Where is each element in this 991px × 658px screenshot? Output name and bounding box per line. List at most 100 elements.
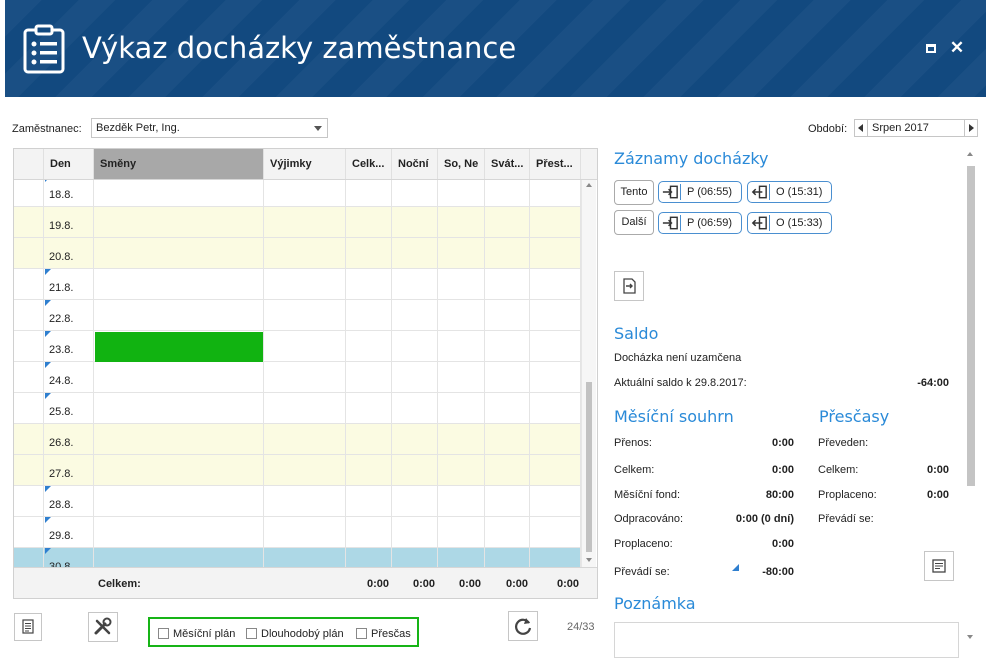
table-cell[interactable]	[94, 517, 264, 547]
table-cell[interactable]	[264, 548, 346, 567]
table-cell[interactable]	[94, 180, 264, 206]
table-cell[interactable]	[485, 331, 530, 361]
table-cell[interactable]	[94, 548, 264, 567]
table-cell[interactable]	[346, 393, 392, 423]
table-cell[interactable]	[438, 269, 485, 299]
table-cell[interactable]	[94, 207, 264, 237]
period-prev-button[interactable]	[854, 119, 868, 137]
table-cell[interactable]	[346, 331, 392, 361]
table-cell[interactable]: 29.8.	[44, 517, 94, 547]
table-cell[interactable]	[392, 548, 438, 567]
table-cell[interactable]	[392, 362, 438, 392]
table-cell[interactable]	[346, 362, 392, 392]
employee-select[interactable]: Bezděk Petr, Ing.	[91, 118, 328, 138]
table-cell[interactable]	[438, 207, 485, 237]
table-cell[interactable]	[392, 269, 438, 299]
table-cell[interactable]	[264, 424, 346, 454]
column-header-den[interactable]: Den	[44, 149, 94, 179]
table-row[interactable]: 24.8.	[14, 362, 581, 393]
table-cell[interactable]	[392, 517, 438, 547]
column-header-prescas[interactable]: Přest...	[530, 149, 581, 179]
column-header-so-ne[interactable]: So, Ne	[438, 149, 485, 179]
table-cell[interactable]: 28.8.	[44, 486, 94, 516]
table-cell[interactable]	[94, 455, 264, 485]
table-row[interactable]: 23.8.	[14, 331, 581, 362]
record-in-tento[interactable]: P (06:55)	[658, 181, 742, 203]
table-cell[interactable]: 25.8.	[44, 393, 94, 423]
table-cell[interactable]	[346, 424, 392, 454]
table-cell[interactable]	[264, 238, 346, 268]
table-cell[interactable]	[346, 238, 392, 268]
table-row[interactable]: 21.8.	[14, 269, 581, 300]
row-selector-cell[interactable]	[14, 269, 44, 299]
table-cell[interactable]	[392, 393, 438, 423]
table-cell[interactable]	[94, 424, 264, 454]
table-cell[interactable]	[264, 180, 346, 206]
period-next-button[interactable]	[964, 119, 978, 137]
table-row[interactable]: 20.8.	[14, 238, 581, 269]
row-selector-cell[interactable]	[14, 455, 44, 485]
scroll-up-icon[interactable]	[586, 183, 592, 187]
table-cell[interactable]	[264, 269, 346, 299]
table-cell[interactable]	[438, 455, 485, 485]
table-cell[interactable]	[264, 207, 346, 237]
table-cell[interactable]	[346, 269, 392, 299]
table-cell[interactable]: 21.8.	[44, 269, 94, 299]
table-cell[interactable]	[264, 517, 346, 547]
table-cell[interactable]	[264, 455, 346, 485]
table-cell[interactable]: 26.8.	[44, 424, 94, 454]
table-cell[interactable]	[485, 207, 530, 237]
row-selector-cell[interactable]	[14, 180, 44, 206]
column-header-vyjimky[interactable]: Výjimky	[264, 149, 346, 179]
table-cell[interactable]: 18.8.	[44, 180, 94, 206]
table-cell[interactable]	[94, 393, 264, 423]
table-cell[interactable]	[346, 180, 392, 206]
row-selector-cell[interactable]	[14, 424, 44, 454]
note-textarea[interactable]	[614, 622, 959, 658]
table-cell[interactable]	[485, 269, 530, 299]
table-cell[interactable]	[530, 486, 581, 516]
dalsi-button[interactable]: Další	[614, 210, 654, 235]
table-cell[interactable]: 20.8.	[44, 238, 94, 268]
table-cell[interactable]	[438, 300, 485, 330]
row-selector-cell[interactable]	[14, 486, 44, 516]
grid-scrollbar[interactable]	[581, 180, 596, 567]
close-icon[interactable]: ✕	[949, 38, 965, 58]
table-cell[interactable]	[530, 331, 581, 361]
table-cell[interactable]	[530, 455, 581, 485]
table-cell[interactable]	[264, 486, 346, 516]
overtime-notes-button[interactable]	[924, 551, 954, 581]
record-out-tento[interactable]: O (15:31)	[747, 181, 832, 203]
table-cell[interactable]	[346, 207, 392, 237]
row-selector-cell[interactable]	[14, 331, 44, 361]
table-cell[interactable]	[94, 486, 264, 516]
table-row[interactable]: 22.8.	[14, 300, 581, 331]
table-cell[interactable]	[485, 238, 530, 268]
scroll-down-icon[interactable]	[967, 635, 973, 639]
table-row[interactable]: 26.8.	[14, 424, 581, 455]
row-selector-cell[interactable]	[14, 362, 44, 392]
table-cell[interactable]	[392, 207, 438, 237]
table-cell[interactable]	[530, 180, 581, 206]
table-cell[interactable]	[94, 300, 264, 330]
table-cell[interactable]: 22.8.	[44, 300, 94, 330]
table-cell[interactable]	[346, 548, 392, 567]
report-button[interactable]	[14, 613, 42, 641]
table-cell[interactable]	[485, 300, 530, 330]
table-cell[interactable]	[392, 455, 438, 485]
table-cell[interactable]: 23.8.	[44, 331, 94, 361]
checkbox-box[interactable]	[356, 628, 367, 639]
table-cell[interactable]	[346, 486, 392, 516]
table-row[interactable]: 30.8.	[14, 548, 581, 567]
table-cell[interactable]: 19.8.	[44, 207, 94, 237]
table-cell[interactable]	[94, 362, 264, 392]
row-selector-cell[interactable]	[14, 207, 44, 237]
table-cell[interactable]: 30.8.	[44, 548, 94, 567]
row-selector-cell[interactable]	[14, 238, 44, 268]
column-header-nocni[interactable]: Noční	[392, 149, 438, 179]
column-header-celkem[interactable]: Celk...	[346, 149, 392, 179]
row-selector-cell[interactable]	[14, 548, 44, 567]
table-cell[interactable]	[392, 180, 438, 206]
table-cell[interactable]	[392, 331, 438, 361]
maximize-icon[interactable]	[926, 44, 936, 53]
